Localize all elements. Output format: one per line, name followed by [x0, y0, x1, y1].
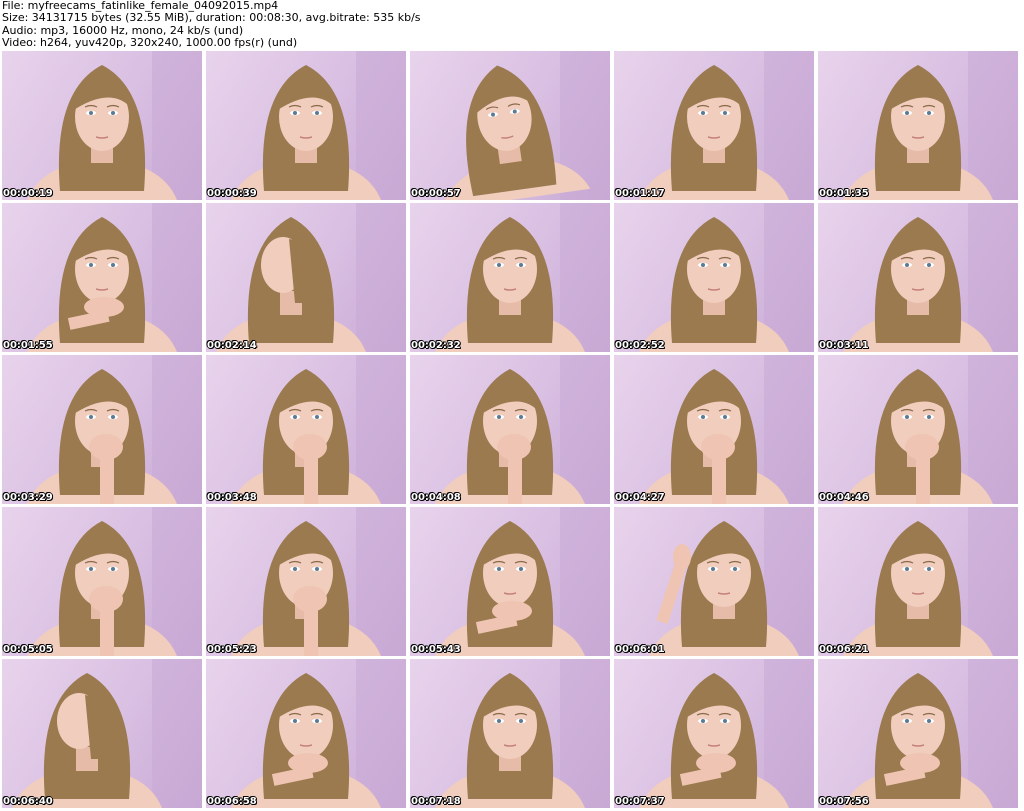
- frame-image: [639, 659, 814, 808]
- frame-image: [231, 355, 406, 504]
- frame-image: [216, 203, 406, 352]
- video-thumbnail: 00:01:35: [818, 51, 1018, 200]
- thumbnail-timestamp: 00:07:18: [411, 796, 461, 807]
- frame-image: [435, 507, 610, 656]
- thumbnail-timestamp: 00:02:14: [207, 340, 257, 351]
- video-thumbnail: 00:05:43: [410, 507, 610, 656]
- video-thumbnail: 00:06:21: [818, 507, 1018, 656]
- video-thumbnail: 00:00:39: [206, 51, 406, 200]
- thumbnail-timestamp: 00:01:17: [615, 188, 665, 199]
- thumbnail-timestamp: 00:06:01: [615, 644, 665, 655]
- thumbnail-timestamp: 00:05:05: [3, 644, 53, 655]
- video-thumbnail: 00:06:40: [2, 659, 202, 808]
- file-size-line: Size: 34131715 bytes (32.55 MiB), durati…: [2, 11, 421, 25]
- video-thumbnail: 00:07:18: [410, 659, 610, 808]
- thumbnail-timestamp: 00:06:40: [3, 796, 53, 807]
- frame-image: [639, 355, 814, 504]
- video-thumbnail: 00:01:17: [614, 51, 814, 200]
- frame-image: [231, 51, 406, 200]
- thumbnail-timestamp: 00:04:27: [615, 492, 665, 503]
- thumbnail-timestamp: 00:03:29: [3, 492, 53, 503]
- frame-image: [435, 203, 610, 352]
- video-info-line: Video: h264, yuv420p, 320x240, 1000.00 f…: [2, 36, 298, 50]
- frame-image: [843, 355, 1018, 504]
- thumbnail-timestamp: 00:00:39: [207, 188, 257, 199]
- frame-image: [843, 203, 1018, 352]
- thumbnail-timestamp: 00:07:56: [819, 796, 869, 807]
- video-thumbnail: 00:03:11: [818, 203, 1018, 352]
- video-thumbnail: 00:03:48: [206, 355, 406, 504]
- video-thumbnail: 00:05:05: [2, 507, 202, 656]
- video-thumbnail: 00:00:57: [410, 51, 610, 200]
- video-thumbnail: 00:01:55: [2, 203, 202, 352]
- video-thumbnail: 00:06:58: [206, 659, 406, 808]
- video-thumbnail: 00:03:29: [2, 355, 202, 504]
- frame-image: [27, 203, 202, 352]
- frame-image: [27, 507, 202, 656]
- video-thumbnail: 00:07:37: [614, 659, 814, 808]
- frame-image: [435, 659, 610, 808]
- video-thumbnail: 00:04:08: [410, 355, 610, 504]
- file-info-header: File: myfreecams_fatinlike_female_040920…: [2, 0, 1020, 50]
- thumbnail-timestamp: 00:01:35: [819, 188, 869, 199]
- thumbnail-timestamp: 00:00:57: [411, 188, 461, 199]
- frame-image: [843, 507, 1018, 656]
- frame-image: [231, 659, 406, 808]
- thumbnail-timestamp: 00:03:11: [819, 340, 869, 351]
- thumbnail-timestamp: 00:04:08: [411, 492, 461, 503]
- video-thumbnail: 00:04:27: [614, 355, 814, 504]
- video-thumbnail: 00:05:23: [206, 507, 406, 656]
- frame-image: [639, 203, 814, 352]
- thumbnail-timestamp: 00:07:37: [615, 796, 665, 807]
- frame-image: [649, 507, 814, 656]
- thumbnail-timestamp: 00:05:43: [411, 644, 461, 655]
- frame-image: [12, 659, 202, 808]
- thumbnail-grid: 00:00:19 00:00:39 00:00:57 00:01:17 00:01:35…: [2, 51, 1022, 810]
- thumbnail-timestamp: 00:01:55: [3, 340, 53, 351]
- frame-image: [441, 51, 610, 200]
- frame-image: [231, 507, 406, 656]
- frame-image: [639, 51, 814, 200]
- frame-image: [843, 659, 1018, 808]
- frame-image: [843, 51, 1018, 200]
- thumbnail-timestamp: 00:02:52: [615, 340, 665, 351]
- video-thumbnail: 00:02:52: [614, 203, 814, 352]
- thumbnail-timestamp: 00:06:58: [207, 796, 257, 807]
- thumbnail-timestamp: 00:06:21: [819, 644, 869, 655]
- frame-image: [27, 51, 202, 200]
- video-thumbnail: 00:07:56: [818, 659, 1018, 808]
- thumbnail-timestamp: 00:02:32: [411, 340, 461, 351]
- video-thumbnail: 00:04:46: [818, 355, 1018, 504]
- video-thumbnail: 00:00:19: [2, 51, 202, 200]
- video-thumbnail: 00:02:32: [410, 203, 610, 352]
- frame-image: [435, 355, 610, 504]
- thumbnail-timestamp: 00:03:48: [207, 492, 257, 503]
- video-thumbnail: 00:02:14: [206, 203, 406, 352]
- thumbnail-timestamp: 00:05:23: [207, 644, 257, 655]
- frame-image: [27, 355, 202, 504]
- thumbnail-timestamp: 00:04:46: [819, 492, 869, 503]
- thumbnail-timestamp: 00:00:19: [3, 188, 53, 199]
- video-thumbnail: 00:06:01: [614, 507, 814, 656]
